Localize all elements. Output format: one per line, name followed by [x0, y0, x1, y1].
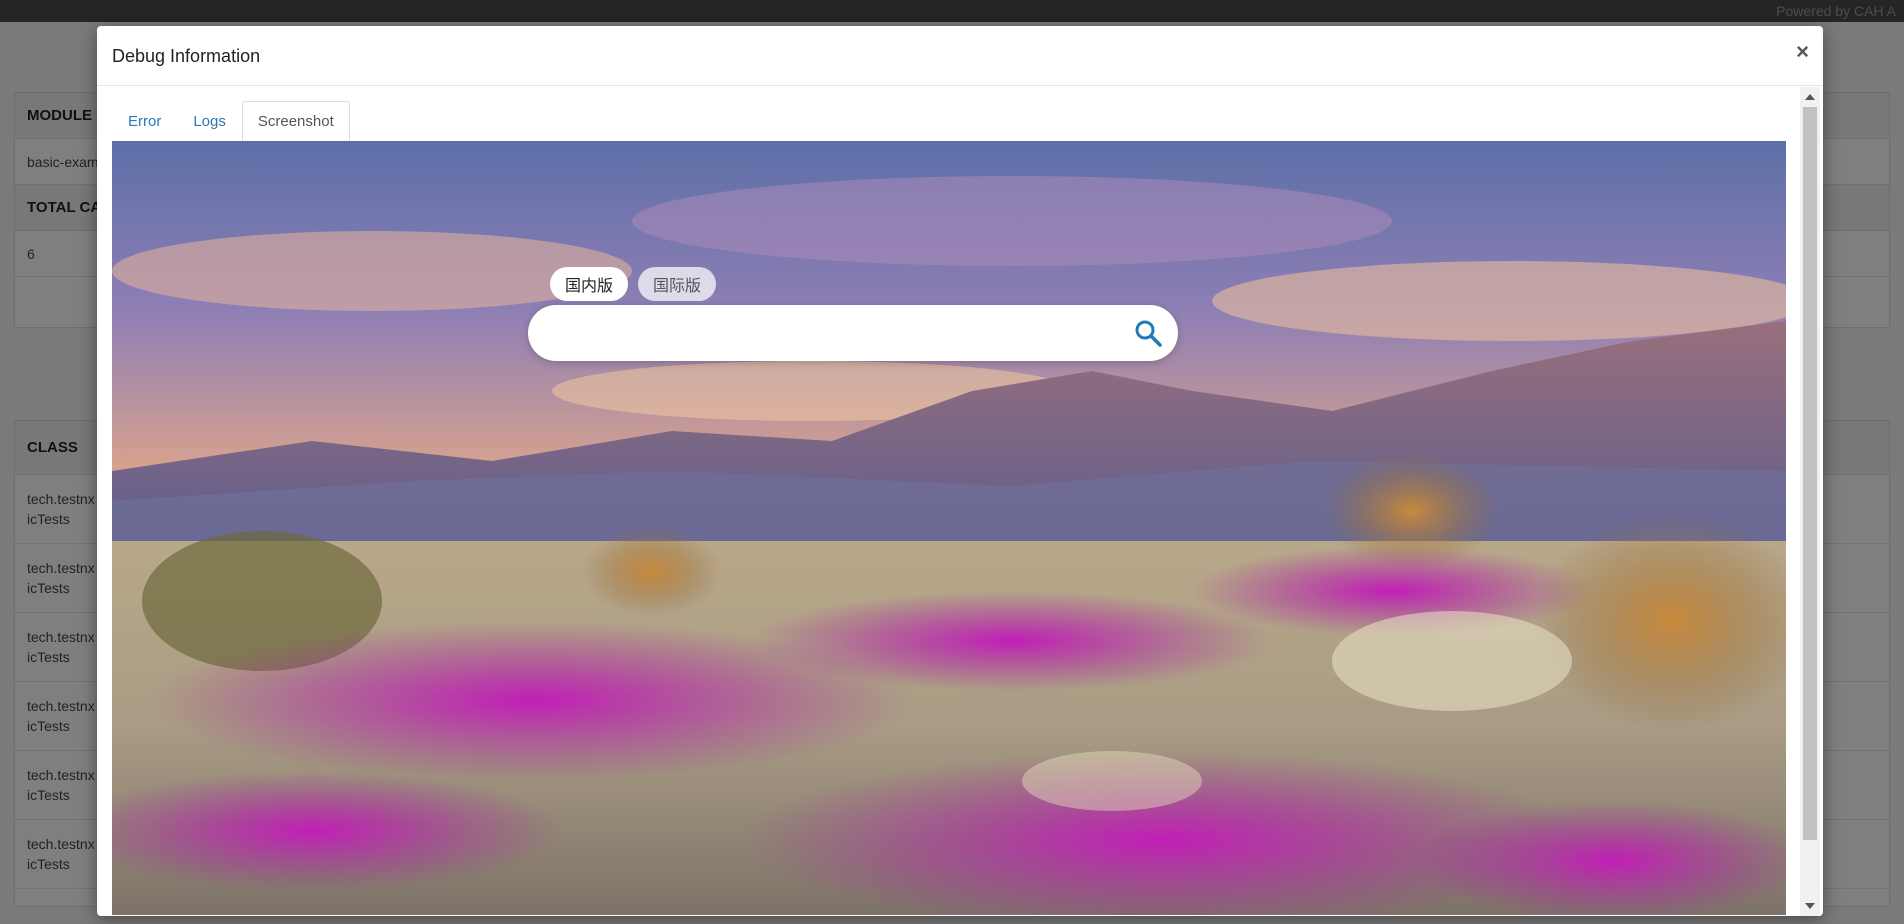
international-version-tab: 国际版 [638, 267, 717, 301]
modal-body: Error Logs Screenshot 国内版 国际版 [97, 87, 1823, 916]
scroll-thumb[interactable] [1803, 107, 1817, 840]
modal-title: Debug Information [112, 46, 261, 66]
landscape-image [112, 141, 1786, 915]
tab-screenshot[interactable]: Screenshot [241, 101, 350, 141]
modal-scrollbar[interactable] [1800, 87, 1820, 916]
search-icon [1135, 320, 1162, 347]
scroll-up-icon[interactable] [1805, 94, 1815, 100]
modal-header: Debug Information × [97, 26, 1823, 86]
tab-logs[interactable]: Logs [177, 101, 242, 141]
screenshot-image: 国内版 国际版 [112, 141, 1786, 915]
close-icon[interactable]: × [1796, 41, 1809, 63]
debug-modal: Debug Information × Error Logs Screensho… [97, 26, 1823, 916]
screenshot-search-box [528, 305, 1178, 361]
scroll-down-icon[interactable] [1805, 903, 1815, 909]
domestic-version-tab: 国内版 [550, 267, 629, 301]
tab-bar: Error Logs Screenshot [112, 101, 350, 141]
tab-error[interactable]: Error [112, 101, 177, 141]
